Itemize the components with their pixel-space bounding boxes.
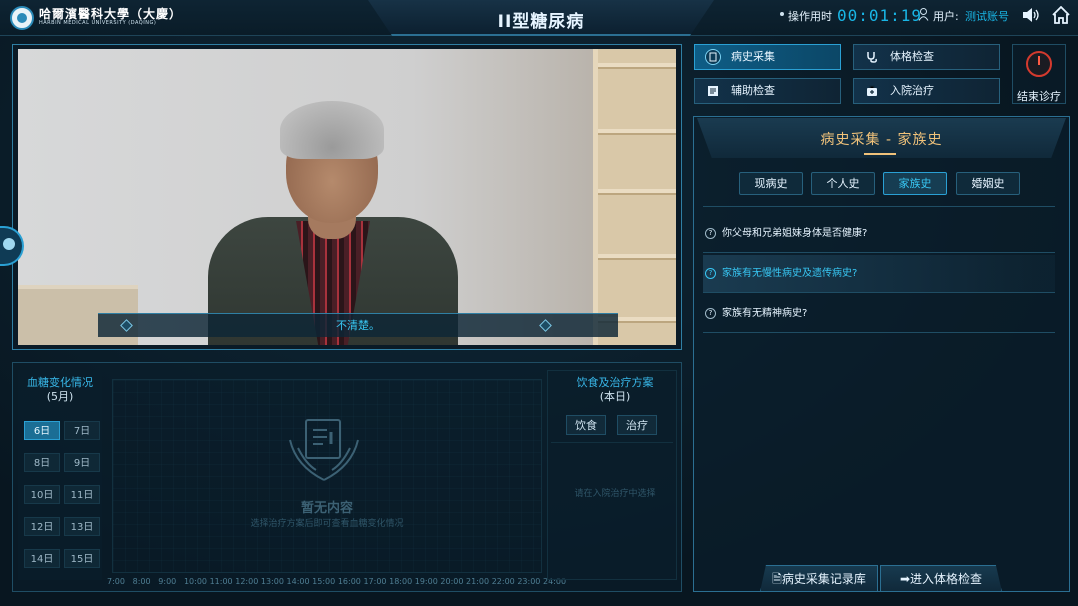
menu-history-label: 病史采集 — [731, 50, 775, 63]
question-mark-icon: ? — [705, 307, 716, 319]
diet-title: 饮食及治疗方案 (本日) — [576, 376, 654, 403]
date-button[interactable]: 8日 — [24, 453, 60, 472]
blood-sugar-title: 血糖变化情况 (5月) — [27, 376, 93, 403]
user-label: 用户: — [933, 10, 959, 23]
time-tick: 19:00 — [414, 577, 438, 586]
time-tick: 16:00 — [337, 577, 361, 586]
title-underline — [864, 153, 896, 155]
history-records-button[interactable]: 🗎病史采集记录库 — [760, 565, 878, 592]
date-button[interactable]: 11日 — [64, 485, 100, 504]
volume-icon[interactable] — [1022, 8, 1040, 22]
diet-note: 请在入院治疗中选择 — [574, 489, 656, 499]
medical-kit-icon — [867, 85, 877, 96]
treatment-tab[interactable]: 治疗 — [617, 415, 657, 435]
date-button[interactable]: 13日 — [64, 517, 100, 536]
history-tab[interactable]: 婚姻史 — [956, 172, 1020, 195]
page-title: II型糖尿病 — [497, 12, 585, 32]
time-tick: 9:00 — [158, 577, 177, 586]
menu-auxiliary-exam[interactable]: 辅助检查 — [694, 78, 841, 104]
menu-history-collection[interactable]: 病史采集 — [694, 44, 841, 70]
empty-state-title: 暂无内容 — [300, 501, 353, 516]
question-text: 你父母和兄弟姐妹身体是否健康? — [722, 228, 868, 239]
report-icon — [708, 86, 718, 96]
enter-physical-exam-label: 进入体格检查 — [910, 572, 983, 586]
university-name-en: HARBIN MEDICAL UNIVERSITY (DAQING) — [39, 20, 157, 26]
time-tick: 7:00 — [107, 577, 125, 586]
time-tick: 23:00 — [517, 577, 541, 586]
diet-tab[interactable]: 饮食 — [566, 415, 606, 435]
question-mark-icon: ? — [705, 267, 716, 279]
app-root: 哈爾濱醫科大學（大慶） HARBIN MEDICAL UNIVERSITY (D… — [0, 0, 1078, 606]
stethoscope-icon — [867, 52, 877, 63]
time-tick: 22:00 — [491, 577, 515, 586]
arrow-right-icon: ➡ — [899, 572, 911, 586]
time-tick: 21:00 — [466, 577, 490, 586]
time-tick: 10:00 — [183, 577, 207, 586]
user-icon — [918, 8, 929, 21]
date-button[interactable]: 12日 — [24, 517, 60, 536]
history-tab[interactable]: 家族史 — [883, 172, 947, 195]
enter-physical-exam-button[interactable]: ➡进入体格检查 — [880, 565, 1002, 592]
question-item[interactable]: ? 家族有无慢性病史及遗传病史? — [703, 255, 1055, 293]
patient-hair — [280, 101, 384, 159]
history-icon — [705, 49, 721, 65]
date-button[interactable]: 9日 — [64, 453, 100, 472]
clipboard-icon: 🗎 — [772, 572, 782, 586]
history-tab[interactable]: 现病史 — [739, 172, 803, 195]
history-records-label: 病史采集记录库 — [781, 572, 866, 586]
time-tick: 18:00 — [389, 577, 413, 586]
date-button[interactable]: 15日 — [64, 549, 100, 568]
question-item[interactable]: ? 你父母和兄弟姐妹身体是否健康? — [703, 215, 1055, 253]
question-text: 家族有无精神病史? — [722, 308, 808, 319]
menu-auxiliary-label: 辅助检查 — [731, 84, 775, 97]
time-tick: 14:00 — [286, 577, 310, 586]
time-tick: 13:00 — [260, 577, 284, 586]
history-panel-title: 病史采集 - 家族史 — [820, 132, 943, 148]
time-tick: 20:00 — [440, 577, 464, 586]
divider — [703, 206, 1055, 207]
patient-video: 不清楚。 — [18, 49, 676, 345]
end-consultation-label: 结束诊疗 — [1017, 90, 1061, 103]
menu-physical-exam[interactable]: 体格检查 — [853, 44, 1000, 70]
divider — [551, 442, 673, 443]
history-tab[interactable]: 个人史 — [811, 172, 875, 195]
timer-value: 00:01:19 — [837, 6, 923, 25]
date-button[interactable]: 6日 — [24, 421, 60, 440]
empty-state-subtitle: 选择治疗方案后即可查看血糖变化情况 — [250, 519, 404, 529]
home-icon[interactable] — [1052, 6, 1070, 24]
date-button[interactable]: 14日 — [24, 549, 60, 568]
user-name[interactable]: 测试账号 — [965, 8, 1009, 24]
timer-dot-icon — [780, 12, 784, 16]
empty-document-icon — [289, 419, 359, 481]
question-item[interactable]: ? 家族有无精神病史? — [703, 295, 1055, 333]
time-tick: 11:00 — [209, 577, 233, 586]
timer-label: 操作用时 — [788, 10, 832, 23]
date-button[interactable]: 10日 — [24, 485, 60, 504]
question-mark-icon: ? — [705, 227, 716, 239]
question-text: 家族有无慢性病史及遗传病史? — [722, 268, 858, 279]
power-icon[interactable] — [1026, 51, 1052, 77]
time-tick: 8:00 — [132, 577, 151, 586]
time-tick: 12:00 — [235, 577, 259, 586]
time-tick: 15:00 — [312, 577, 336, 586]
menu-admission-treatment[interactable]: 入院治疗 — [853, 78, 1000, 104]
bookshelf — [593, 49, 676, 345]
university-logo-icon — [10, 6, 34, 30]
time-tick: 17:00 — [363, 577, 387, 586]
date-button[interactable]: 7日 — [64, 421, 100, 440]
menu-admission-label: 入院治疗 — [890, 84, 934, 97]
menu-physical-label: 体格检查 — [890, 50, 934, 63]
